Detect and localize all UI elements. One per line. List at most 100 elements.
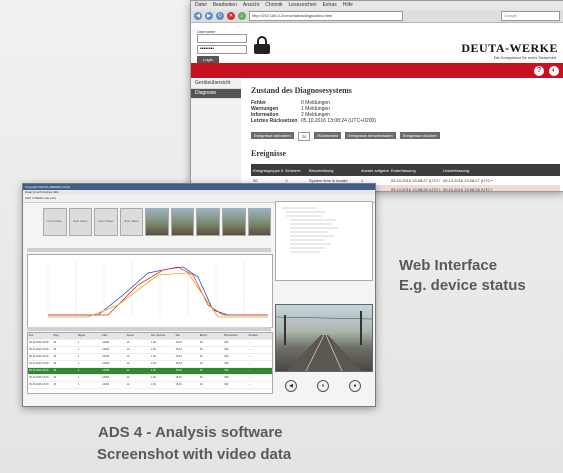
- video-frame: [275, 311, 373, 372]
- action-button[interactable]: Rücksetzen: [314, 132, 342, 139]
- signal-tree-lines: [282, 207, 338, 253]
- help-icon[interactable]: ?: [534, 66, 544, 76]
- action-buttons: Ereignisse anfordern 20 Rücksetzen Ereignis…: [251, 132, 560, 141]
- sidebar-item-diagnose[interactable]: Diagnose: [191, 89, 241, 99]
- table-cell: 15,00: [175, 355, 182, 358]
- home-button[interactable]: ⌂: [238, 12, 246, 20]
- events-title: Ereignisse: [251, 149, 286, 158]
- table-cell: 1: [77, 348, 80, 351]
- data-table-header: Zeit Weg Signal Fahr Speed Akt. Geschw. Soll Br…: [28, 333, 272, 340]
- events-column-header[interactable]: Ersterfassung: [389, 168, 441, 173]
- browser-navbar: ◀ ▶ ↻ ✕ ⌂ http://192.168.0.2/cms/statusd…: [191, 10, 563, 23]
- column-header[interactable]: Soll: [174, 333, 198, 339]
- table-cell: --: [248, 383, 251, 386]
- playback-controls[interactable]: [275, 281, 371, 299]
- video-thumbnail[interactable]: [170, 208, 195, 236]
- table-cell: 1: [77, 362, 80, 365]
- forward-button[interactable]: ▶: [205, 12, 213, 20]
- thumbnail-label: Kein Video: [47, 219, 63, 223]
- table-cell: 12: [126, 369, 130, 372]
- ads-window: Copyright DEUTA-WERKE GmbH Datei Ansicht…: [22, 183, 376, 407]
- login-button[interactable]: Login: [197, 56, 219, 63]
- table-cell: 15,00: [175, 362, 182, 365]
- column-header[interactable]: Zustand: [248, 333, 272, 339]
- table-cell: 12300: [102, 369, 110, 372]
- events-column-header[interactable]: Letzterfassung: [441, 168, 493, 173]
- column-header[interactable]: Akt. Geschw.: [150, 333, 174, 339]
- username-field[interactable]: [197, 34, 247, 43]
- table-cell: 1: [77, 355, 80, 358]
- events-column-header[interactable]: Ereignisgruppe ID: [251, 168, 283, 173]
- events-column-header[interactable]: Beschreibung: [307, 168, 359, 173]
- sidebar-item-overview[interactable]: Geräteübersicht: [191, 79, 241, 89]
- password-field[interactable]: ••••••••: [197, 45, 247, 54]
- video-thumbnail[interactable]: Kein Video: [94, 208, 118, 236]
- series-line-red: [48, 266, 268, 316]
- video-back-button[interactable]: ◀: [285, 380, 297, 392]
- column-header[interactable]: Brems: [199, 333, 223, 339]
- video-thumbnail[interactable]: [145, 208, 169, 236]
- table-row[interactable]: 05.10.2016 13:08 34 1 12300 12 1,00 15,00 30 360…: [28, 375, 272, 382]
- events-table-header: Ereignisgruppe ID Schwere Beschreibung Anza…: [251, 164, 560, 176]
- signal-chart[interactable]: [27, 254, 273, 328]
- menu-item[interactable]: Hilfe: [343, 1, 353, 10]
- video-thumbnail[interactable]: [247, 208, 272, 236]
- video-thumbnail[interactable]: [221, 208, 246, 236]
- video-thumbnail[interactable]: Kein Video: [119, 208, 144, 236]
- table-cell: 360: [224, 383, 229, 386]
- video-record-button[interactable]: ●: [349, 380, 361, 392]
- table-cell: 05.10.2016 13:08: [29, 341, 49, 344]
- menu-item[interactable]: Bearbeiten: [213, 1, 237, 10]
- column-header[interactable]: Weg: [52, 333, 76, 339]
- table-cell: 30: [199, 355, 203, 358]
- table-cell: 1: [77, 383, 80, 386]
- video-thumbnail[interactable]: [196, 208, 220, 236]
- table-row[interactable]: 05.10.2016 13:08 34 1 12300 12 1,00 15,00 30 360…: [28, 368, 272, 375]
- menu-item[interactable]: Datei: [195, 1, 207, 10]
- table-row[interactable]: 05.10.2016 13:08 34 1 12300 12 1,00 15,00 30 360…: [28, 347, 272, 354]
- video-thumbnail[interactable]: Kein Video: [43, 208, 67, 236]
- table-cell: 1,00: [151, 348, 156, 351]
- table-cell: --: [248, 369, 251, 372]
- table-cell: --: [248, 376, 251, 379]
- menu-item[interactable]: Extras: [323, 1, 337, 10]
- signal-tree[interactable]: [275, 201, 373, 281]
- diagnostics-panel: Zustand des Diagnosesystems Fehler 0 Meld…: [251, 86, 560, 163]
- lock-icon: [254, 36, 270, 54]
- table-row[interactable]: 05.10.2016 13:08 34 1 12300 12 1,00 15,00 30 360…: [28, 354, 272, 361]
- table-cell: 1: [77, 376, 80, 379]
- action-button[interactable]: Ereignisse herunterladen: [345, 132, 396, 139]
- action-button[interactable]: 20: [297, 132, 311, 141]
- table-row[interactable]: 05.10.2016 13:08 34 1 12300 12 1,00 15,00 30 360…: [28, 382, 272, 389]
- table-row[interactable]: 05.10.2016 13:08 34 1 12300 12 1,00 15,00 30 360…: [28, 361, 272, 368]
- table-row[interactable]: 05.10.2016 13:08 34 1 12300 12 1,00 15,00 30 360…: [28, 340, 272, 347]
- column-header[interactable]: Zeit: [28, 333, 52, 339]
- column-header[interactable]: Bremsdruck: [223, 333, 247, 339]
- url-bar[interactable]: http://192.168.0.2/cms/statusdiagnostics…: [249, 11, 403, 21]
- video-thumbnail[interactable]: Kein Video: [68, 208, 93, 236]
- table-cell: 12300: [102, 341, 110, 344]
- table-cell: 34: [53, 348, 57, 351]
- menu-item[interactable]: Chronik: [265, 1, 282, 10]
- logout-icon[interactable]: ◐: [549, 66, 559, 76]
- column-header[interactable]: Signal: [77, 333, 101, 339]
- stop-button[interactable]: ✕: [227, 12, 235, 20]
- menu-item[interactable]: Ansicht: [243, 1, 259, 10]
- action-button[interactable]: Ereignisse drucken: [399, 132, 440, 139]
- events-cell: 05.10.2016 13:08:27 (UTC+0200): [391, 178, 441, 183]
- action-button[interactable]: Ereignisse anfordern: [251, 132, 294, 139]
- column-header[interactable]: Fahr: [101, 333, 125, 339]
- table-cell: 12300: [102, 348, 110, 351]
- table-cell: 34: [53, 362, 57, 365]
- reload-button[interactable]: ↻: [216, 12, 224, 20]
- video-player[interactable]: [275, 304, 373, 372]
- menu-item[interactable]: Lesezeichen: [289, 1, 317, 10]
- table-cell: 1: [77, 341, 80, 344]
- events-column-header[interactable]: Schwere: [283, 168, 307, 173]
- search-input[interactable]: Google: [501, 11, 560, 21]
- back-button[interactable]: ◀: [194, 12, 202, 20]
- video-pause-button[interactable]: ⏸: [317, 380, 329, 392]
- events-column-header[interactable]: Anzahl aufgetreten: [359, 168, 389, 173]
- table-cell: 12: [126, 376, 130, 379]
- column-header[interactable]: Speed: [126, 333, 150, 339]
